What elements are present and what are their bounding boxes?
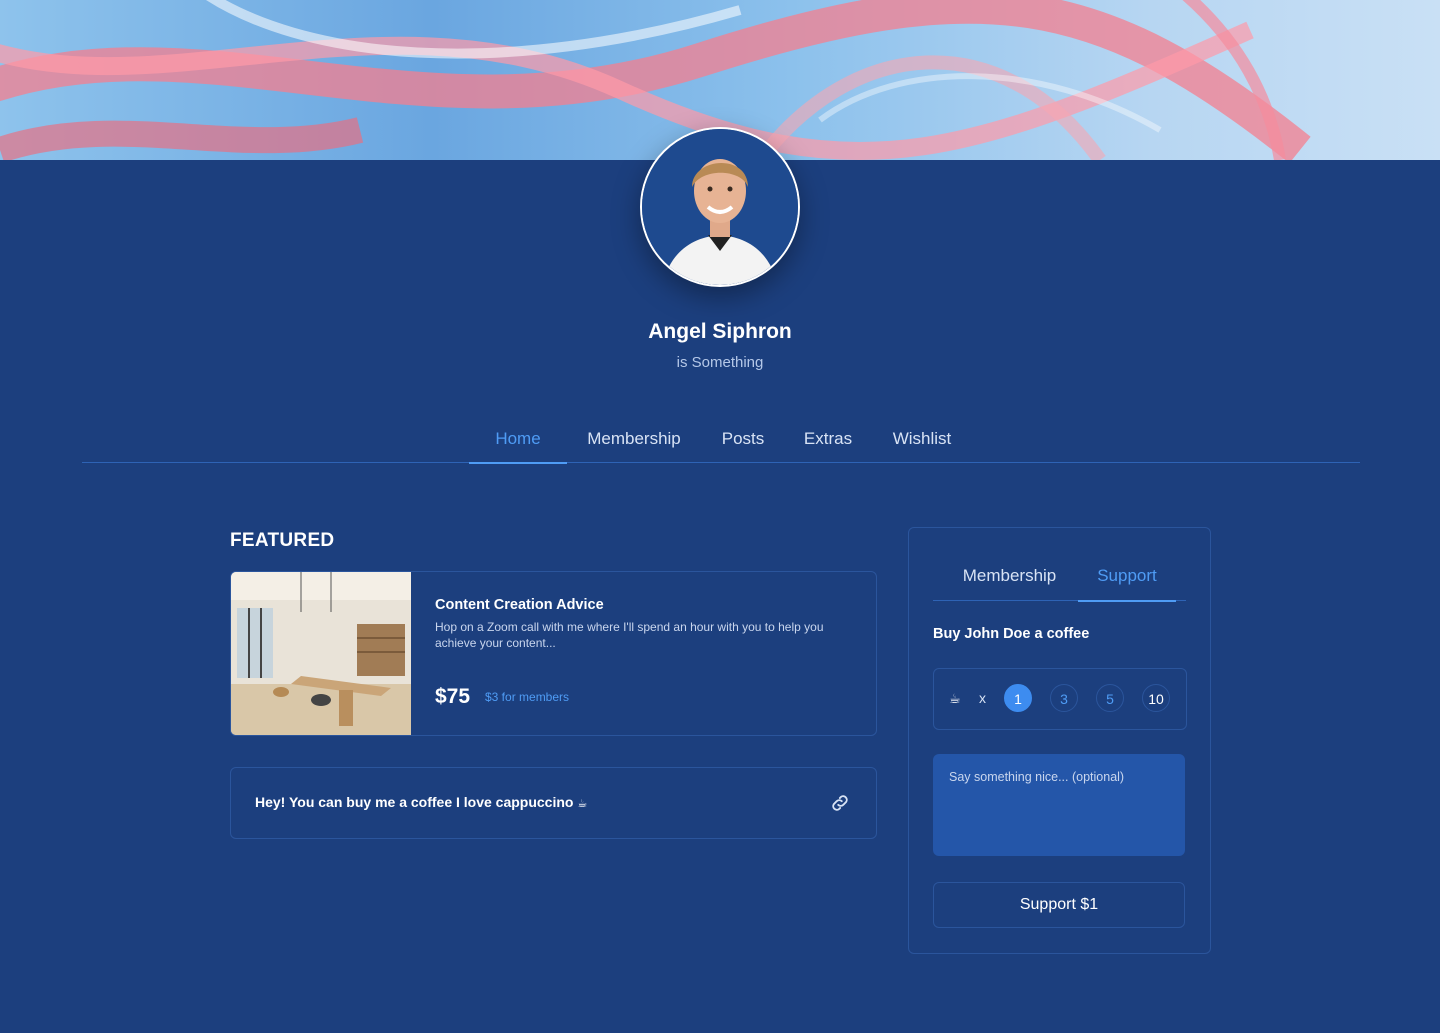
coffee-cup-icon: ☕ [577,798,588,810]
support-button[interactable]: Support $1 [933,882,1185,928]
panel-tab-membership[interactable]: Membership [933,558,1086,600]
quantity-option-10[interactable]: 10 [1142,684,1170,712]
quantity-option-3[interactable]: 3 [1050,684,1078,712]
office-image [231,572,411,735]
tab-wishlist[interactable]: Wishlist [882,418,962,462]
link-card-text: Hey! You can buy me a coffee I love capp… [255,794,587,810]
profile-name: Angel Siphron [648,320,792,343]
coffee-cup-icon: ☕ [949,691,961,706]
support-heading: Buy John Doe a coffee [933,626,1090,642]
link-icon[interactable] [829,792,851,814]
tab-home[interactable]: Home [469,418,567,464]
panel-tabs: Membership Support [933,558,1186,602]
tab-posts[interactable]: Posts [710,418,776,462]
times-symbol: x [979,690,986,706]
support-message-input[interactable] [933,754,1185,856]
card-title: Content Creation Advice [435,597,604,613]
tab-extras[interactable]: Extras [794,418,862,462]
support-panel: Membership Support Buy John Doe a coffee… [908,527,1211,954]
card-description: Hop on a Zoom call with me where I'll sp… [435,620,824,650]
featured-heading: FEATURED [230,530,335,551]
profile-avatar [640,127,800,287]
link-card-label: Hey! You can buy me a coffee I love capp… [255,794,574,810]
quantity-option-1[interactable]: 1 [1004,684,1032,712]
quantity-selector: ☕ x 1 3 5 10 [933,668,1187,730]
panel-tab-support[interactable]: Support [1078,558,1176,602]
featured-card[interactable]: Content Creation Advice Hop on a Zoom ca… [230,571,877,736]
card-member-price: $3 for members [485,690,570,704]
tab-membership[interactable]: Membership [578,418,690,462]
coffee-link-card[interactable]: Hey! You can buy me a coffee I love capp… [230,767,877,839]
profile-tagline: is Something [676,354,764,371]
quantity-option-5[interactable]: 5 [1096,684,1124,712]
card-price: $75 [435,685,471,708]
main-tabs: Home Membership Posts Extras Wishlist [82,418,1360,464]
